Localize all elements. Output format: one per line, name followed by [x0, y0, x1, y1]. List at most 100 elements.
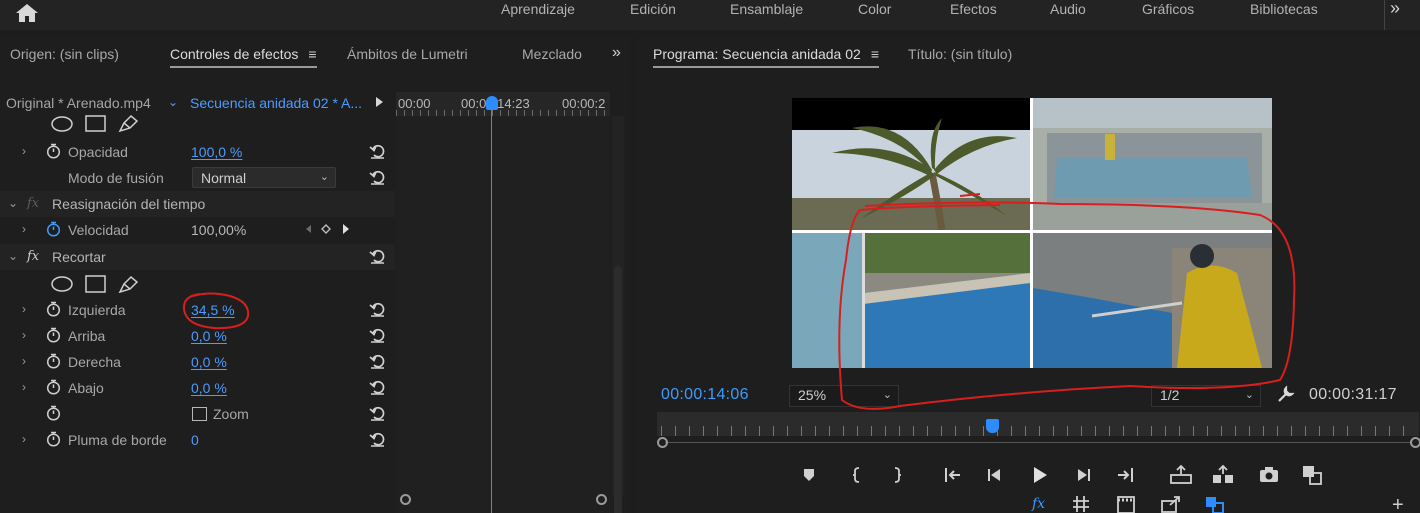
zoom-level-select[interactable]: 25% ⌄: [789, 385, 899, 407]
program-time-ruler[interactable]: [657, 412, 1419, 436]
export-arrow-icon[interactable]: [1160, 495, 1182, 513]
go-to-in-button[interactable]: [940, 462, 966, 488]
step-forward-button[interactable]: [1070, 462, 1096, 488]
blend-mode-select[interactable]: Normal ⌄: [192, 167, 336, 188]
panel-menu-icon[interactable]: ≡: [308, 46, 316, 62]
scroll-handle-right[interactable]: [596, 494, 607, 505]
lift-button[interactable]: [1168, 462, 1194, 488]
workspace-tab-aprendizaje[interactable]: Aprendizaje: [501, 0, 575, 17]
speed-value[interactable]: 100,00%: [191, 222, 246, 238]
button-editor-plus-icon[interactable]: +: [1392, 494, 1404, 513]
play-button[interactable]: [1026, 462, 1052, 488]
workspace-tab-audio[interactable]: Audio: [1050, 0, 1086, 17]
crop-top-value[interactable]: 0,0 %: [191, 328, 227, 344]
playhead-handle[interactable]: [986, 419, 999, 433]
vr-video-icon[interactable]: [1204, 495, 1226, 513]
stopwatch-active-icon[interactable]: [46, 221, 61, 237]
film-strip-icon[interactable]: [1116, 495, 1136, 513]
workspace-tab-graficos[interactable]: Gráficos: [1142, 0, 1194, 17]
crop-left-value[interactable]: 34,5 %: [191, 302, 235, 318]
sequence-clip-name[interactable]: Secuencia anidada 02 * A...: [190, 95, 362, 111]
previous-keyframe-icon[interactable]: [306, 225, 311, 233]
stopwatch-icon[interactable]: [46, 431, 61, 447]
reset-icon[interactable]: [369, 431, 386, 447]
ellipse-mask-icon[interactable]: [51, 116, 73, 132]
reset-icon[interactable]: [369, 353, 386, 369]
scroll-handle-left[interactable]: [657, 437, 668, 448]
tab-mixer[interactable]: Mezclado: [522, 46, 582, 62]
reset-icon[interactable]: [369, 379, 386, 395]
workspace-tab-bibliotecas[interactable]: Bibliotecas: [1250, 0, 1318, 17]
opacity-value[interactable]: 100,0 %: [191, 144, 242, 160]
workspace-tab-color[interactable]: Color: [858, 0, 891, 17]
home-icon[interactable]: [14, 2, 40, 24]
stopwatch-icon[interactable]: [46, 143, 61, 159]
tab-title[interactable]: Título: (sin título): [908, 46, 1012, 62]
edge-feather-value[interactable]: 0: [191, 432, 199, 448]
zoom-scrollbar[interactable]: [657, 436, 1420, 450]
add-keyframe-icon[interactable]: [321, 224, 331, 234]
workspace-tab-efectos[interactable]: Efectos: [950, 0, 997, 17]
panel-overflow-icon[interactable]: »: [612, 44, 621, 62]
panel-menu-icon[interactable]: ≡: [871, 46, 879, 62]
stopwatch-icon[interactable]: [46, 405, 61, 421]
scroll-handle-left[interactable]: [400, 494, 411, 505]
crop-bottom-value[interactable]: 0,0 %: [191, 380, 227, 396]
effect-controls-timeline[interactable]: 00:00 00:00:14:23 00:00:2: [396, 92, 610, 513]
horizontal-zoom-scrollbar[interactable]: [396, 492, 610, 506]
chevron-down-icon[interactable]: ⌄: [168, 95, 178, 109]
pen-mask-icon[interactable]: [118, 114, 139, 132]
next-keyframe-icon[interactable]: [343, 224, 349, 234]
playback-resolution-select[interactable]: 1/2 ⌄: [1151, 385, 1261, 407]
zoom-checkbox[interactable]: [192, 407, 207, 421]
playhead-handle[interactable]: [486, 96, 498, 110]
collapse-chevron-icon[interactable]: ⌄: [8, 196, 18, 210]
reset-icon[interactable]: [369, 143, 386, 159]
play-icon[interactable]: [376, 97, 383, 107]
mark-out-button[interactable]: [884, 462, 910, 488]
collapse-chevron-icon[interactable]: ⌄: [8, 249, 18, 263]
expand-chevron-icon[interactable]: ›: [22, 302, 26, 316]
add-marker-button[interactable]: [796, 462, 822, 488]
current-timecode[interactable]: 00:00:14:06: [661, 386, 749, 404]
tab-effect-controls[interactable]: Controles de efectos ≡: [170, 46, 317, 68]
tab-program[interactable]: Programa: Secuencia anidada 02 ≡: [653, 46, 879, 68]
stopwatch-icon[interactable]: [46, 379, 61, 395]
mark-in-button[interactable]: [844, 462, 870, 488]
workspace-tab-ensamblaje[interactable]: Ensamblaje: [730, 0, 803, 17]
fx-toggle-icon[interactable]: fx: [27, 249, 39, 264]
fx-bypass-button[interactable]: fx: [1032, 496, 1045, 512]
reset-icon[interactable]: [369, 248, 386, 264]
reset-icon[interactable]: [369, 327, 386, 343]
ellipse-mask-icon[interactable]: [51, 276, 73, 292]
expand-chevron-icon[interactable]: ›: [22, 432, 26, 446]
program-video-frame[interactable]: [792, 98, 1272, 368]
comparison-view-button[interactable]: [1299, 462, 1325, 488]
pen-mask-icon[interactable]: [118, 275, 139, 293]
rectangle-mask-icon[interactable]: [85, 275, 106, 293]
effect-header-crop[interactable]: ⌄ fx Recortar: [0, 244, 395, 270]
wrench-settings-icon[interactable]: [1276, 384, 1296, 404]
reset-icon[interactable]: [369, 169, 386, 185]
stopwatch-icon[interactable]: [46, 327, 61, 343]
workspace-tab-edicion[interactable]: Edición: [630, 0, 676, 17]
export-frame-button[interactable]: [1256, 462, 1282, 488]
tab-source[interactable]: Origen: (sin clips): [10, 46, 119, 62]
expand-chevron-icon[interactable]: ›: [22, 328, 26, 342]
safe-margins-icon[interactable]: [1072, 495, 1090, 513]
go-to-out-button[interactable]: [1112, 462, 1138, 488]
expand-chevron-icon[interactable]: ›: [22, 380, 26, 394]
step-back-button[interactable]: [982, 462, 1008, 488]
extract-button[interactable]: [1210, 462, 1236, 488]
rectangle-mask-icon[interactable]: [85, 115, 106, 132]
crop-right-value[interactable]: 0,0 %: [191, 354, 227, 370]
expand-chevron-icon[interactable]: ›: [22, 144, 26, 158]
time-ruler[interactable]: 00:00 00:00:14:23 00:00:2: [396, 92, 610, 116]
workspace-overflow-icon[interactable]: »: [1390, 0, 1400, 19]
vertical-scrollbar[interactable]: [612, 116, 624, 513]
expand-chevron-icon[interactable]: ›: [22, 222, 26, 236]
scroll-handle-right[interactable]: [1410, 437, 1420, 448]
stopwatch-icon[interactable]: [46, 301, 61, 317]
stopwatch-icon[interactable]: [46, 353, 61, 369]
effect-header-time-remapping[interactable]: ⌄ fx Reasignación del tiempo: [0, 191, 395, 217]
